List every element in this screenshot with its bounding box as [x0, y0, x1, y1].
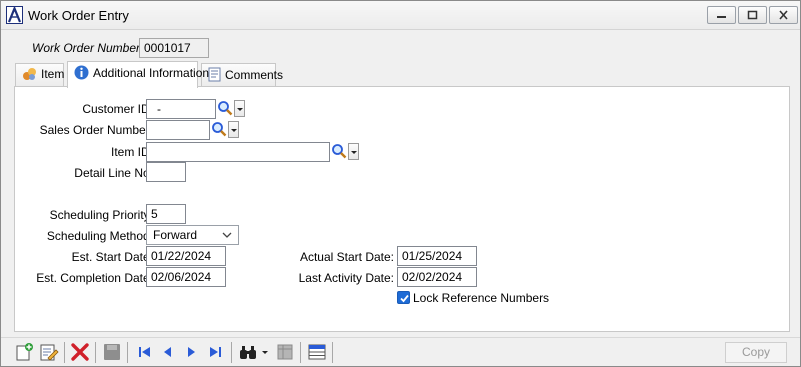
tab-additional-information-label: Additional Information — [93, 66, 210, 80]
browse-list-button[interactable] — [307, 342, 327, 362]
scheduling-method-label: Scheduling Method: — [46, 229, 153, 243]
new-document-icon — [16, 343, 33, 361]
customer-id-label: Customer ID: — [82, 102, 153, 116]
lock-reference-numbers-label: Lock Reference Numbers — [413, 291, 550, 305]
scheduling-priority-input[interactable]: 5 — [146, 204, 186, 224]
tab-comments[interactable]: Comments — [201, 63, 283, 86]
first-record-button[interactable] — [135, 342, 155, 362]
toolbar-separator — [332, 342, 333, 363]
scheduling-priority-label: Scheduling Priority: — [49, 208, 153, 222]
save-disk-icon — [104, 344, 120, 360]
edit-record-button[interactable] — [39, 342, 59, 362]
magnifier-icon — [212, 122, 227, 137]
sales-order-number-label: Sales Order Number: — [39, 123, 153, 137]
actual-start-date-label: Actual Start Date: — [299, 250, 394, 264]
magnifier-icon — [332, 144, 347, 159]
window-title: Work Order Entry — [28, 8, 129, 23]
close-icon — [779, 10, 788, 20]
next-record-button[interactable] — [181, 342, 201, 362]
detail-line-no-input[interactable] — [146, 162, 186, 182]
binoculars-icon — [240, 346, 256, 359]
wo-number-field: 0001017 — [139, 38, 209, 58]
detail-line-no-label: Detail Line No: — [74, 166, 153, 180]
edit-document-icon — [40, 344, 59, 361]
app-logo-icon — [6, 5, 23, 24]
sales-order-number-input[interactable] — [146, 120, 210, 140]
customer-dropdown-arrow[interactable] — [234, 100, 245, 117]
checkmark-icon — [400, 294, 409, 303]
last-activity-date-label: Last Activity Date: — [298, 271, 394, 285]
sales-order-dropdown-arrow[interactable] — [228, 121, 239, 138]
first-record-icon — [139, 347, 150, 357]
scheduling-method-value: Forward — [153, 228, 198, 242]
toolbar-separator — [231, 342, 232, 363]
item-id-input[interactable] — [146, 142, 330, 162]
customer-id-input[interactable]: - — [146, 99, 216, 119]
est-completion-date-label: Est. Completion Date: — [36, 271, 153, 285]
chevron-down-icon — [222, 232, 232, 238]
caret-down-icon — [262, 351, 268, 354]
title-bar: Work Order Entry — [1, 1, 800, 30]
previous-record-icon — [164, 347, 171, 357]
est-start-date-label: Est. Start Date: — [71, 250, 153, 264]
magnifier-icon — [218, 101, 233, 116]
find-button[interactable] — [238, 342, 258, 362]
lock-reference-numbers-checkbox[interactable] — [397, 291, 410, 304]
last-record-button[interactable] — [205, 342, 225, 362]
new-record-button[interactable] — [15, 342, 35, 362]
info-icon — [74, 65, 89, 83]
item-dropdown-arrow[interactable] — [348, 143, 359, 160]
close-window-button[interactable] — [769, 6, 798, 24]
additional-information-panel: Customer ID: - Sales Order Number: Item … — [14, 86, 790, 332]
customer-lookup-button[interactable] — [217, 100, 233, 117]
sales-order-lookup-button[interactable] — [211, 121, 227, 138]
est-start-date-input[interactable]: 01/22/2024 — [146, 246, 226, 266]
tab-item-label: Item — [41, 67, 65, 81]
find-dropdown-button[interactable] — [260, 342, 270, 362]
minimize-icon — [717, 16, 726, 18]
comments-icon — [208, 67, 221, 85]
list-view-icon — [308, 344, 326, 360]
scheduling-method-select[interactable]: Forward — [146, 225, 239, 245]
last-activity-date-input[interactable]: 02/02/2024 — [397, 267, 477, 287]
previous-record-button[interactable] — [158, 342, 178, 362]
save-button[interactable] — [102, 342, 122, 362]
last-record-icon — [210, 347, 221, 357]
delete-x-icon — [71, 343, 89, 361]
grid-icon — [277, 344, 293, 360]
actual-start-date-input[interactable]: 01/25/2024 — [397, 246, 477, 266]
toolbar-separator — [127, 342, 128, 363]
item-lookup-button[interactable] — [331, 143, 347, 160]
est-completion-date-input[interactable]: 02/06/2024 — [146, 267, 226, 287]
tab-additional-information[interactable]: Additional Information — [67, 61, 209, 88]
restore-button[interactable] — [738, 6, 767, 24]
minimize-button[interactable] — [707, 6, 736, 24]
toolbar-separator — [64, 342, 65, 363]
item-icon — [22, 67, 37, 84]
toolbar-separator — [300, 342, 301, 363]
delete-button[interactable] — [70, 342, 90, 362]
filter-button[interactable] — [275, 342, 295, 362]
next-record-icon — [188, 347, 195, 357]
tab-comments-label: Comments — [225, 68, 284, 82]
work-order-entry-window: Work Order Entry Work Order Number: 0001… — [0, 0, 801, 367]
bottom-toolbar: Copy — [1, 337, 800, 366]
copy-button[interactable]: Copy — [725, 342, 787, 363]
restore-icon — [747, 10, 758, 20]
toolbar-separator — [95, 342, 96, 363]
wo-number-label: Work Order Number: — [32, 41, 144, 55]
tab-item[interactable]: Item — [15, 63, 64, 86]
